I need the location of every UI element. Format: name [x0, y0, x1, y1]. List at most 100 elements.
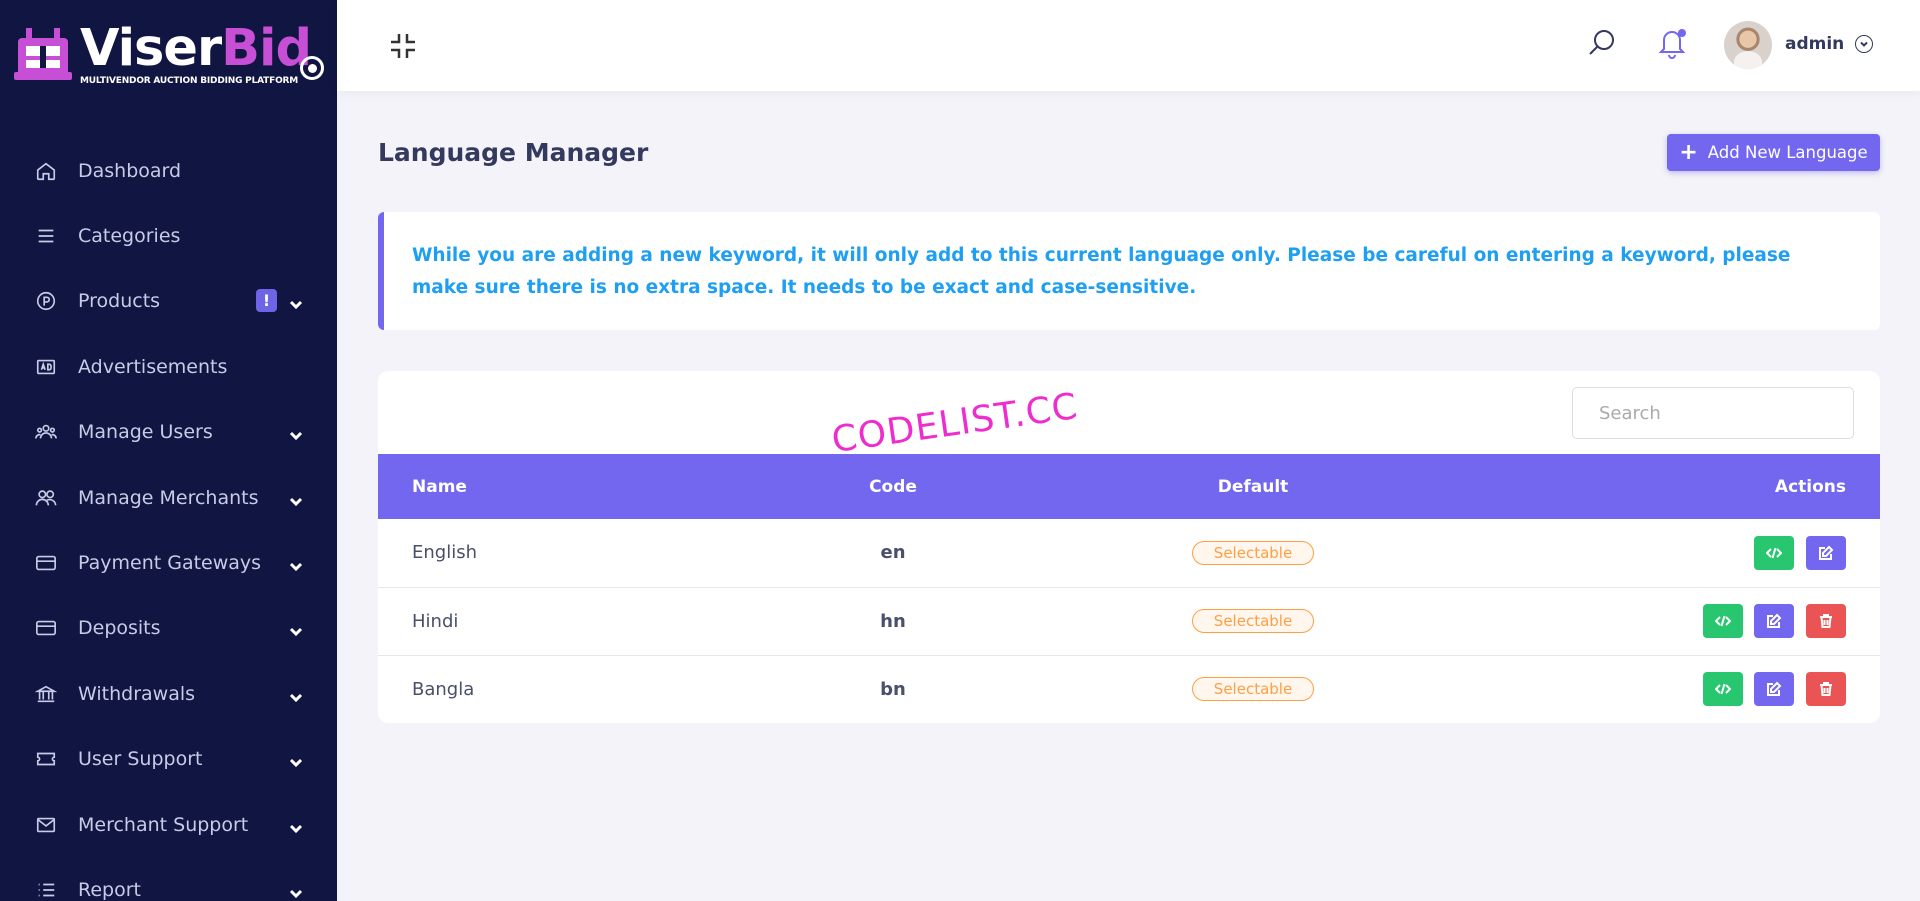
- edit-button[interactable]: [1754, 672, 1795, 707]
- translate-keywords-button[interactable]: [1754, 535, 1795, 570]
- card-icon: [34, 551, 58, 575]
- notification-dot: [1678, 29, 1686, 37]
- merchants-icon: [34, 486, 58, 510]
- sidebar-item-label: Manage Merchants: [78, 486, 259, 509]
- delete-button[interactable]: [1806, 604, 1846, 638]
- search-input[interactable]: [1572, 387, 1854, 439]
- add-new-language-button[interactable]: + Add New Language: [1667, 134, 1880, 171]
- user-name[interactable]: admin: [1785, 34, 1844, 54]
- language-name: Hindi: [412, 610, 459, 632]
- sidebar-item-dashboard[interactable]: Dashboard: [0, 138, 337, 203]
- bell-icon[interactable]: [1657, 27, 1687, 59]
- sidebar-item-label: Payment Gateways: [78, 552, 262, 575]
- status-badge: Selectable: [1191, 677, 1315, 702]
- home-icon: [34, 159, 58, 183]
- column-header-actions: Actions: [1774, 476, 1846, 497]
- table-row: English en Selectable: [378, 519, 1880, 587]
- chevron-down-icon: [289, 426, 307, 444]
- code-icon: [1766, 547, 1783, 559]
- trash-icon: [1820, 614, 1832, 628]
- brand-tagline: MULTIVENDOR AUCTION BIDDING PLATFORM: [80, 76, 299, 86]
- bank-icon: [34, 682, 58, 706]
- product-icon: [34, 289, 58, 313]
- sidebar-item-categories[interactable]: Categories: [0, 203, 337, 268]
- table-row: Hindi hn Selectable: [378, 587, 1880, 655]
- sidebar-item-manage-users[interactable]: Manage Users: [0, 400, 337, 465]
- brand-logo[interactable]: ViserBid MULTIVENDOR AUCTION BIDDING PLA…: [0, 0, 337, 110]
- sidebar-toggle-icon[interactable]: [300, 56, 324, 80]
- fullscreen-exit-icon[interactable]: [389, 32, 417, 60]
- column-header-name: Name: [412, 476, 467, 497]
- edit-button[interactable]: [1806, 535, 1846, 570]
- mail-icon: [34, 813, 58, 837]
- avatar[interactable]: [1724, 21, 1772, 69]
- ticket-icon: [34, 747, 58, 771]
- sidebar-item-label: Deposits: [78, 617, 161, 640]
- chevron-down-icon: [289, 492, 307, 510]
- edit-button[interactable]: [1754, 604, 1795, 638]
- chevron-down-icon: [289, 295, 307, 313]
- sidebar-item-advertisements[interactable]: Advertisements: [0, 334, 337, 399]
- chevron-down-icon: [289, 819, 307, 837]
- table-row: Bangla bn Selectable: [378, 655, 1880, 723]
- chevron-down-icon: [289, 884, 307, 901]
- sidebar-item-label: Manage Users: [78, 421, 213, 444]
- sidebar-item-label: Report: [78, 878, 141, 901]
- add-new-language-label: Add New Language: [1707, 143, 1868, 162]
- sidebar-item-label: Products: [78, 290, 161, 313]
- search-icon[interactable]: [1587, 28, 1617, 58]
- card-icon: [34, 616, 58, 640]
- translate-keywords-button[interactable]: [1702, 604, 1743, 638]
- users-icon: [34, 420, 58, 444]
- sidebar-item-report[interactable]: Report: [0, 857, 337, 901]
- info-alert: While you are adding a new keyword, it w…: [378, 212, 1880, 330]
- edit-icon: [1767, 613, 1782, 628]
- sidebar-item-user-support[interactable]: User Support: [0, 727, 337, 792]
- sidebar-item-label: Merchant Support: [78, 813, 249, 836]
- page-title: Language Manager: [378, 138, 649, 167]
- menu-icon: [34, 224, 58, 248]
- language-code: bn: [880, 678, 906, 700]
- language-code: en: [880, 542, 906, 564]
- sidebar-item-merchant-support[interactable]: Merchant Support: [0, 792, 337, 857]
- sidebar-item-payment-gateways[interactable]: Payment Gateways: [0, 530, 337, 595]
- trash-icon: [1820, 682, 1832, 697]
- chevron-down-icon: [289, 557, 307, 575]
- sidebar-item-label: Withdrawals: [78, 682, 196, 705]
- sidebar-menu: Dashboard Categories Products ! Advertis…: [0, 138, 337, 901]
- chevron-down-icon: [289, 622, 307, 640]
- sidebar: ViserBid MULTIVENDOR AUCTION BIDDING PLA…: [0, 0, 337, 901]
- ad-icon: [34, 355, 58, 379]
- chevron-down-icon: [289, 753, 307, 771]
- translate-keywords-button[interactable]: [1702, 672, 1743, 707]
- sidebar-item-manage-merchants[interactable]: Manage Merchants: [0, 465, 337, 530]
- sidebar-item-label: Dashboard: [78, 159, 182, 182]
- sidebar-item-withdrawals[interactable]: Withdrawals: [0, 661, 337, 726]
- status-badge: Selectable: [1191, 540, 1315, 565]
- language-name: Bangla: [412, 678, 475, 700]
- plus-icon: +: [1679, 139, 1698, 165]
- language-table: Name Code Default Actions English en Sel…: [378, 454, 1880, 723]
- warning-badge: !: [256, 289, 277, 313]
- brand-name: ViserBid: [80, 19, 312, 78]
- column-header-default: Default: [1217, 476, 1289, 497]
- sidebar-item-deposits[interactable]: Deposits: [0, 596, 337, 661]
- status-badge: Selectable: [1191, 609, 1315, 633]
- language-name: English: [412, 542, 477, 564]
- sidebar-item-label: User Support: [78, 748, 203, 771]
- sidebar-item-products[interactable]: Products !: [0, 269, 337, 334]
- delete-button[interactable]: [1806, 672, 1846, 707]
- language-table-card: Name Code Default Actions English en Sel…: [378, 371, 1880, 723]
- edit-icon: [1819, 545, 1834, 560]
- code-icon: [1714, 615, 1731, 627]
- list-icon: [34, 878, 58, 901]
- chevron-down-icon[interactable]: [1855, 35, 1873, 53]
- column-header-code: Code: [869, 476, 917, 497]
- table-header-row: Name Code Default Actions: [378, 454, 1880, 519]
- edit-icon: [1767, 681, 1782, 697]
- language-code: hn: [880, 610, 906, 632]
- sidebar-item-label: Advertisements: [78, 355, 228, 378]
- topbar: admin: [337, 0, 1920, 91]
- sidebar-item-label: Categories: [78, 225, 181, 248]
- code-icon: [1714, 683, 1731, 695]
